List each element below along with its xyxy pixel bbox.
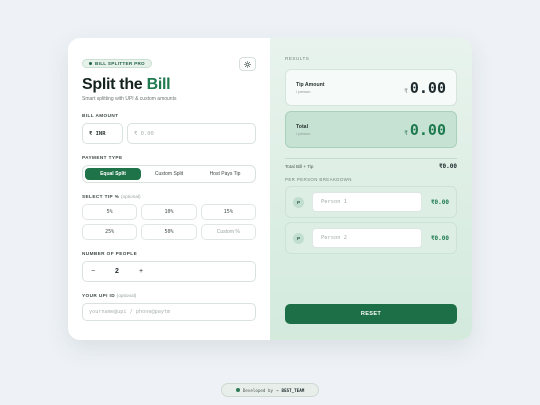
avatar: P — [293, 232, 304, 244]
tip-25-button[interactable]: 25% — [82, 224, 138, 240]
total-bill-value: ₹0.00 — [438, 163, 457, 170]
total-sub: / person — [296, 130, 311, 136]
title-main: Split the — [82, 76, 147, 93]
breakdown-label: PER PERSON BREAKDOWN — [285, 177, 352, 182]
people-label: NUMBER OF PEOPLE — [82, 251, 138, 256]
tip-currency: ₹ — [404, 87, 408, 95]
people-stepper: − 2 + — [82, 261, 256, 282]
upi-optional: (optional) — [116, 293, 137, 298]
tip-amount-label: Tip Amount — [296, 81, 325, 88]
sun-icon — [244, 60, 251, 68]
person-row: P Person 1 ₹0.00 — [285, 186, 457, 218]
app-badge: BILL SPLITTER PRO — [82, 59, 152, 68]
tip-amount-value: ₹0.00 — [404, 79, 446, 97]
currency-select[interactable]: ₹ INR — [82, 123, 123, 144]
tip-amount-tile: Tip Amount / person ₹0.00 — [285, 69, 457, 106]
total-currency: ₹ — [404, 129, 408, 137]
credit-dot-icon — [235, 388, 240, 392]
total-value-group: ₹0.00 — [404, 121, 446, 139]
custom-split-option[interactable]: Custom Split — [141, 168, 197, 180]
upi-label-text: YOUR UPI ID — [82, 293, 116, 298]
total-tile: Total / person ₹0.00 — [285, 111, 457, 148]
increment-button[interactable]: + — [131, 268, 151, 275]
person-amount: ₹0.00 — [430, 198, 449, 206]
bill-amount-label: BILL AMOUNT — [82, 113, 119, 118]
page-title: Split the Bill — [82, 76, 256, 94]
tip-10-button[interactable]: 10% — [141, 204, 197, 220]
bill-splitter-card: BILL SPLITTER PRO Split the Bill Smart s… — [68, 38, 472, 340]
avatar: P — [293, 196, 304, 208]
total-bill-label: Total Bill + Tip — [285, 164, 314, 169]
bill-amount-input[interactable]: ₹ 0.00 — [127, 123, 256, 144]
tip-15-button[interactable]: 15% — [200, 204, 256, 220]
page-subtitle: Smart splitting with UPI & custom amount… — [82, 96, 177, 102]
reset-button[interactable]: RESET — [285, 304, 457, 324]
equal-split-option[interactable]: Equal Split — [85, 168, 141, 180]
host-pays-tip-option[interactable]: Host Pays Tip — [197, 168, 253, 180]
custom-tip-input[interactable]: Custom % — [200, 224, 256, 240]
tip-value: 0.00 — [409, 78, 446, 97]
developer-credit[interactable]: Developed by → BEST_TEAM — [221, 383, 319, 397]
tip-label: SELECT TIP % (optional) — [82, 194, 256, 199]
person-name-input[interactable]: Person 2 — [312, 228, 422, 248]
credit-prefix: Developed by — [242, 387, 274, 393]
theme-toggle-button[interactable] — [239, 57, 256, 71]
total-label: Total — [296, 123, 309, 130]
title-accent: Bill — [146, 76, 171, 93]
upi-input[interactable]: yourname@upi / phone@paytm — [82, 303, 256, 321]
payment-type-segmented: Equal Split Custom Split Host Pays Tip — [82, 165, 256, 183]
badge-label: BILL SPLITTER PRO — [95, 61, 145, 66]
upi-label: YOUR UPI ID (optional) — [82, 293, 256, 298]
tip-5-button[interactable]: 5% — [82, 204, 138, 220]
tip-50-button[interactable]: 50% — [141, 224, 197, 240]
total-bill-row: Total Bill + Tip ₹0.00 — [285, 158, 457, 170]
total-value: 0.00 — [409, 120, 446, 139]
person-amount: ₹0.00 — [430, 234, 449, 242]
results-label: RESULTS — [285, 56, 310, 61]
tip-grid: 5% 10% 15% 25% 50% Custom % — [82, 204, 256, 240]
tip-optional: (optional) — [120, 194, 141, 199]
tip-amount-sub: / person — [296, 88, 311, 94]
results-panel: RESULTS Tip Amount / person ₹0.00 Total … — [270, 38, 472, 340]
credit-arrow: → — [276, 387, 279, 393]
credit-name: BEST_TEAM — [281, 387, 305, 393]
decrement-button[interactable]: − — [83, 268, 103, 275]
badge-dot-icon — [89, 62, 92, 65]
person-name-input[interactable]: Person 1 — [312, 192, 422, 212]
input-panel: BILL SPLITTER PRO Split the Bill Smart s… — [68, 38, 270, 340]
tip-label-text: SELECT TIP % — [82, 194, 120, 199]
person-row: P Person 2 ₹0.00 — [285, 222, 457, 254]
people-count[interactable]: 2 — [103, 268, 131, 275]
bill-row: ₹ INR ₹ 0.00 — [82, 123, 256, 144]
payment-type-label: PAYMENT TYPE — [82, 155, 123, 160]
